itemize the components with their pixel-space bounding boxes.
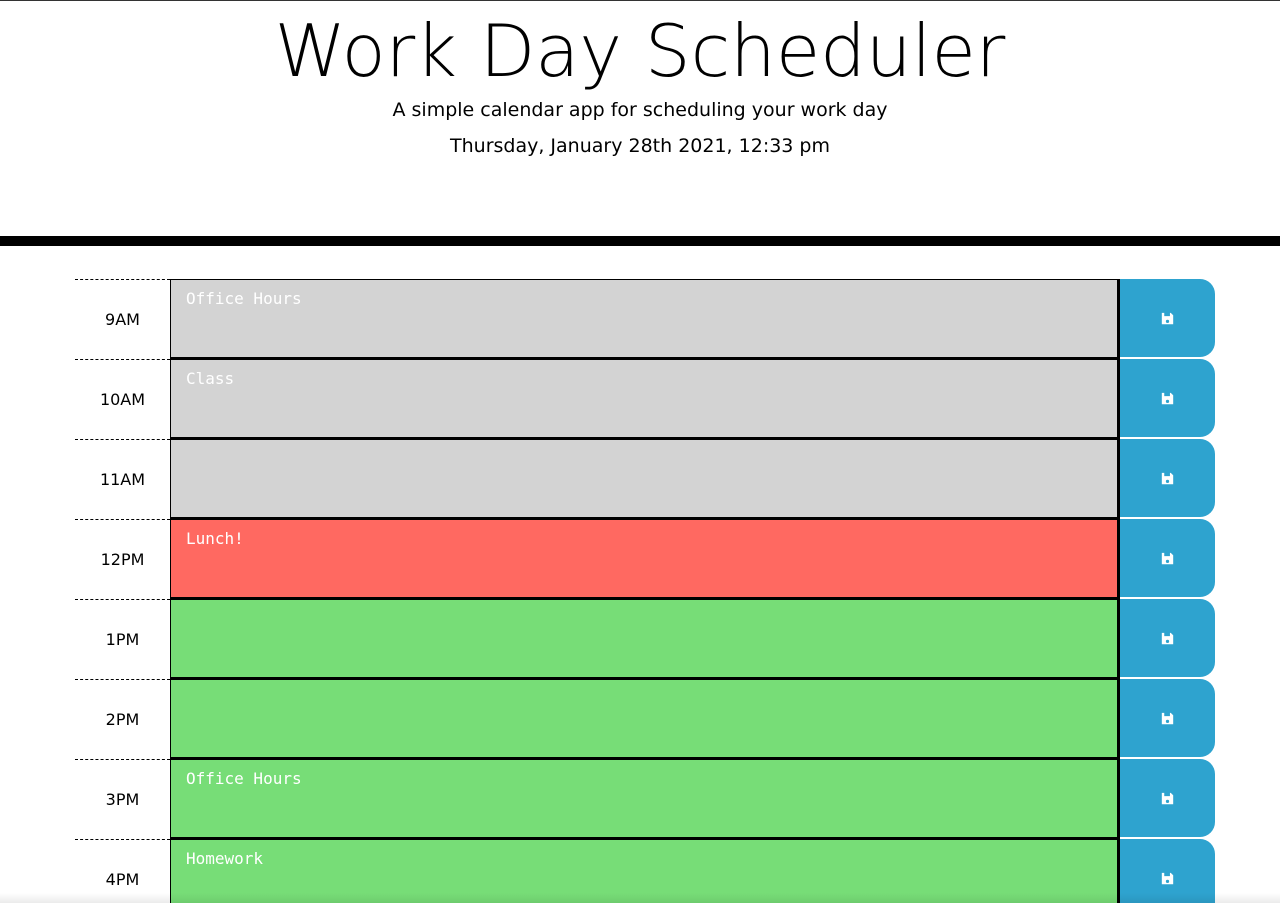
header-divider: [0, 236, 1280, 246]
event-description-input[interactable]: [170, 679, 1120, 759]
page-subtitle: A simple calendar app for scheduling you…: [392, 99, 888, 121]
time-block-row: 12PM Lunch!: [75, 519, 1215, 599]
save-button[interactable]: [1120, 439, 1215, 517]
page-title: Work Day Scheduler: [274, 9, 1006, 93]
time-block-row: 3PM Office Hours: [75, 759, 1215, 839]
time-block-list: 9AM Office Hours 10AM Class 11AM 12PM Lu…: [75, 279, 1215, 903]
save-icon: [1161, 792, 1174, 804]
scheduler-page: Work Day Scheduler A simple calendar app…: [0, 0, 1280, 903]
save-icon: [1161, 632, 1174, 644]
save-button[interactable]: [1120, 839, 1215, 903]
time-block-row: 1PM: [75, 599, 1215, 679]
save-icon: [1161, 392, 1174, 404]
save-icon: [1161, 472, 1174, 484]
time-block-row: 4PM Homework: [75, 839, 1215, 903]
save-button[interactable]: [1120, 599, 1215, 677]
hour-label: 1PM: [75, 599, 170, 679]
time-block-row: 10AM Class: [75, 359, 1215, 439]
event-description-input[interactable]: Office Hours: [170, 759, 1120, 839]
event-description-input[interactable]: [170, 439, 1120, 519]
hour-label: 4PM: [75, 839, 170, 903]
event-description-input[interactable]: Class: [170, 359, 1120, 439]
time-block-row: 11AM: [75, 439, 1215, 519]
hour-label: 9AM: [75, 279, 170, 359]
event-description-input[interactable]: Lunch!: [170, 519, 1120, 599]
event-description-input[interactable]: Office Hours: [170, 279, 1120, 359]
hour-label: 3PM: [75, 759, 170, 839]
save-icon: [1161, 712, 1174, 724]
hour-label: 12PM: [75, 519, 170, 599]
save-icon: [1161, 552, 1174, 564]
save-icon: [1161, 312, 1174, 324]
save-button[interactable]: [1120, 759, 1215, 837]
hour-label: 10AM: [75, 359, 170, 439]
save-button[interactable]: [1120, 359, 1215, 437]
save-button[interactable]: [1120, 679, 1215, 757]
event-description-input[interactable]: Homework: [170, 839, 1120, 903]
hour-label: 11AM: [75, 439, 170, 519]
hour-label: 2PM: [75, 679, 170, 759]
save-icon: [1161, 872, 1174, 884]
current-date-time: Thursday, January 28th 2021, 12:33 pm: [450, 135, 830, 157]
time-block-row: 9AM Office Hours: [75, 279, 1215, 359]
header: Work Day Scheduler A simple calendar app…: [0, 0, 1280, 236]
time-block-row: 2PM: [75, 679, 1215, 759]
save-button[interactable]: [1120, 279, 1215, 357]
save-button[interactable]: [1120, 519, 1215, 597]
event-description-input[interactable]: [170, 599, 1120, 679]
